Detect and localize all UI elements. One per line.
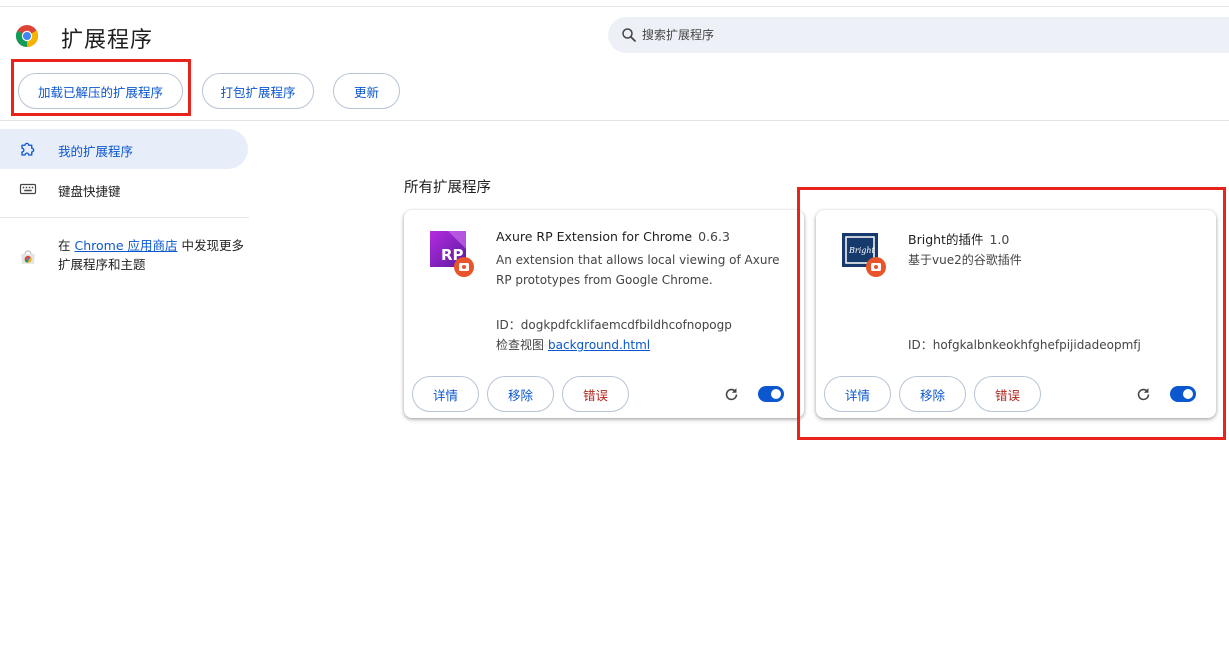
page-title: 扩展程序: [61, 28, 154, 53]
search-icon: [622, 28, 636, 42]
chrome-logo-icon: [16, 25, 38, 47]
toggle-knob: [771, 389, 781, 399]
extension-version: 0.6.3: [698, 229, 730, 244]
reload-icon[interactable]: [723, 386, 740, 403]
highlight-box-load-unpacked: [11, 59, 191, 116]
remove-button[interactable]: 移除: [487, 376, 554, 412]
sidebar-item-label: 键盘快捷键: [58, 184, 121, 199]
extension-id: ID：dogkpdfcklifaemcdfbildhcofnopogp: [496, 318, 732, 332]
sidebar-divider: [0, 217, 249, 218]
chrome-webstore-icon: [21, 250, 35, 264]
extension-description: An extension that allows local viewing o…: [496, 253, 780, 287]
extension-card-axure: RP Axure RP Extension for Chrome 0.6.3 An…: [404, 210, 804, 418]
background-page-link[interactable]: background.html: [548, 338, 650, 352]
search-input[interactable]: [642, 28, 1142, 42]
inspect-views: 检查视图 background.html: [496, 336, 650, 353]
pack-extension-button[interactable]: 打包扩展程序: [202, 73, 314, 109]
chrome-webstore-link[interactable]: Chrome 应用商店: [74, 238, 177, 253]
enable-toggle[interactable]: [758, 386, 784, 402]
update-button[interactable]: 更新: [333, 73, 400, 109]
top-divider: [0, 6, 1229, 7]
header-divider: [0, 120, 1229, 121]
puzzle-icon: [21, 142, 35, 156]
extension-name: Axure RP Extension for Chrome: [496, 229, 693, 244]
axure-extension-icon: RP: [430, 231, 478, 279]
details-button[interactable]: 详情: [412, 376, 479, 412]
highlight-box-bright-card: [797, 187, 1226, 440]
keyboard-icon: [19, 183, 37, 195]
search-box[interactable]: [608, 17, 1229, 53]
inspect-views-label: 检查视图: [496, 338, 545, 352]
errors-button[interactable]: 错误: [562, 376, 629, 412]
sidebar-item-my-extensions[interactable]: 我的扩展程序: [0, 129, 248, 169]
extensions-page: 扩展程序 加载已解压的扩展程序 打包扩展程序 更新 我的扩展程序 键盘快捷键: [0, 0, 1229, 652]
section-title: 所有扩展程序: [404, 180, 491, 196]
extension-title: Axure RP Extension for Chrome 0.6.3: [496, 229, 730, 244]
sidebar-item-label: 我的扩展程序: [58, 144, 134, 159]
store-text-prefix: 在: [58, 238, 75, 253]
sidebar-item-shortcuts[interactable]: 键盘快捷键: [0, 169, 248, 209]
